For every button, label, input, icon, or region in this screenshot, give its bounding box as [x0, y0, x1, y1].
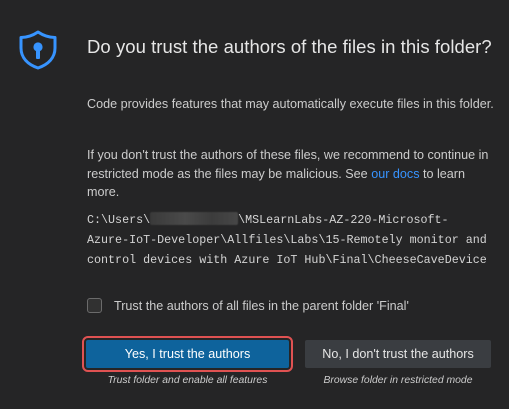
dont-trust-button-caption: Browse folder in restricted mode — [323, 375, 473, 386]
path-line2: Azure-IoT-Developer\Allfiles\Labs\15-Rem… — [87, 233, 487, 247]
dont-trust-button[interactable]: No, I don't trust the authors — [305, 340, 491, 368]
trust-button-caption: Trust folder and enable all features — [107, 375, 268, 386]
recommendation-paragraph: If you don't trust the authors of these … — [87, 146, 497, 202]
path-prefix: C:\Users\ — [87, 213, 151, 227]
dialog-title: Do you trust the authors of the files in… — [87, 36, 492, 57]
path-line1: \MSLearnLabs-AZ-220-Microsoft- — [238, 213, 449, 227]
trust-button[interactable]: Yes, I trust the authors — [82, 336, 293, 372]
workspace-trust-dialog: Do you trust the authors of the files in… — [0, 0, 509, 409]
folder-path: C:\Users\ \MSLearnLabs-AZ-220-Microsoft- … — [87, 210, 507, 270]
docs-link[interactable]: our docs — [371, 167, 419, 181]
trust-parent-label[interactable]: Trust the authors of all files in the pa… — [114, 299, 409, 313]
shield-lock-icon — [19, 30, 57, 70]
path-line3: control devices with Azure IoT Hub\Final… — [87, 253, 487, 267]
trust-parent-checkbox-row[interactable]: Trust the authors of all files in the pa… — [87, 298, 409, 313]
trust-parent-checkbox[interactable] — [87, 298, 102, 313]
redacted-username — [150, 212, 239, 225]
description-paragraph: Code provides features that may automati… — [87, 97, 494, 111]
